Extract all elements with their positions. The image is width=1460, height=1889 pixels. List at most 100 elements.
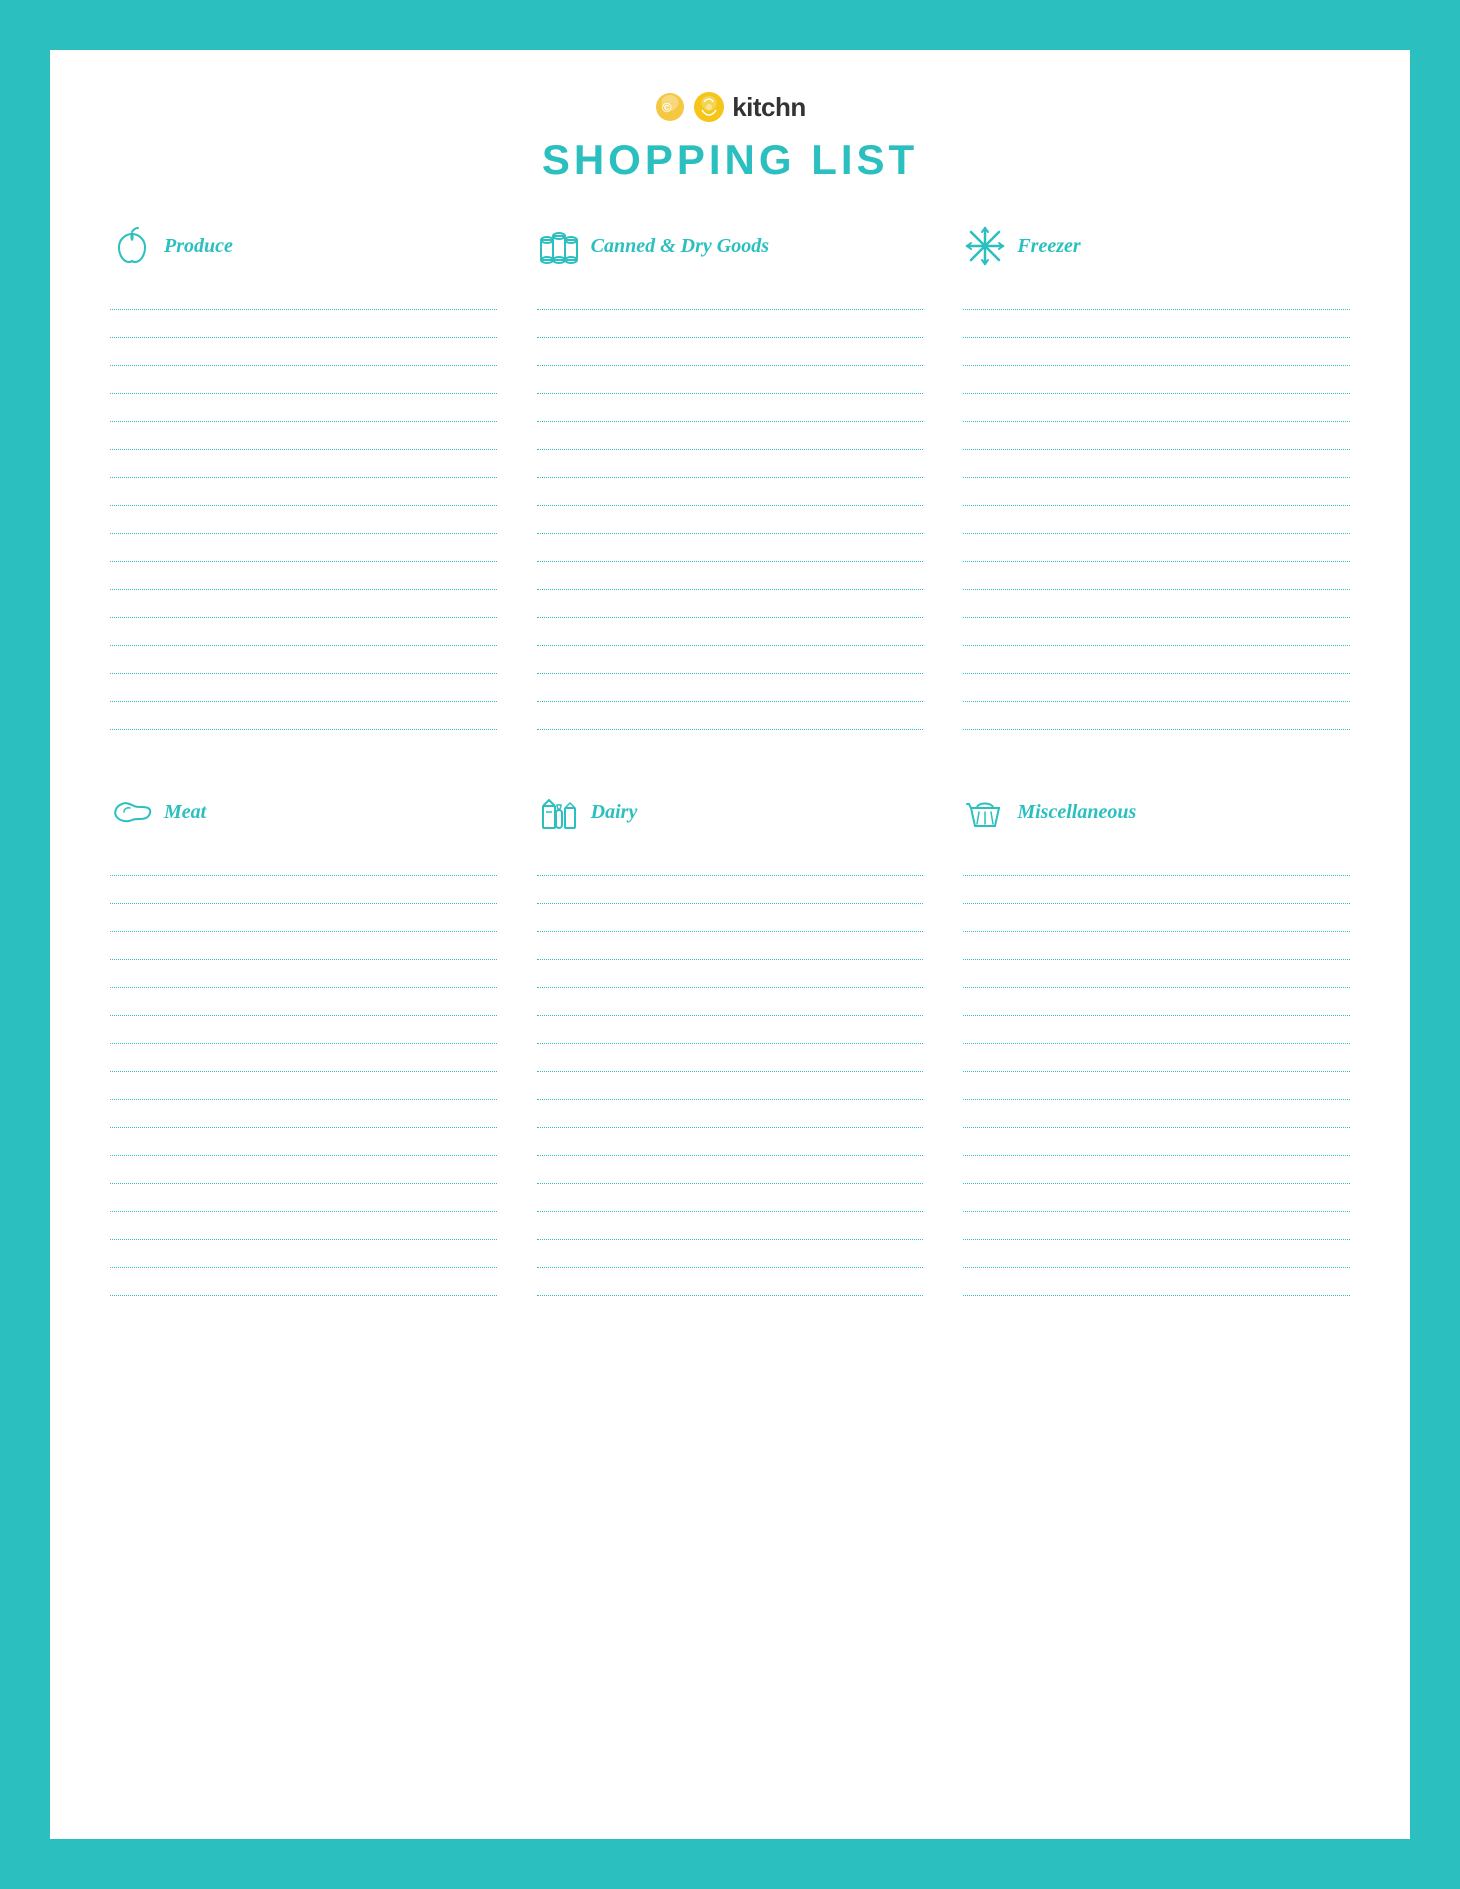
line[interactable] <box>963 534 1350 562</box>
line[interactable] <box>963 702 1350 730</box>
line[interactable] <box>963 590 1350 618</box>
line[interactable] <box>537 1184 924 1212</box>
line[interactable] <box>963 876 1350 904</box>
line[interactable] <box>963 310 1350 338</box>
line[interactable] <box>537 394 924 422</box>
line[interactable] <box>110 562 497 590</box>
logo-text: kitchn <box>732 92 806 123</box>
line[interactable] <box>963 366 1350 394</box>
snowflake-icon <box>963 224 1007 268</box>
line[interactable] <box>537 338 924 366</box>
line[interactable] <box>110 1212 497 1240</box>
line[interactable] <box>537 960 924 988</box>
line[interactable] <box>963 562 1350 590</box>
section-produce: Produce <box>110 224 497 730</box>
line[interactable] <box>537 1016 924 1044</box>
line[interactable] <box>963 848 1350 876</box>
line[interactable] <box>537 618 924 646</box>
line[interactable] <box>963 422 1350 450</box>
line[interactable] <box>110 1240 497 1268</box>
line[interactable] <box>963 1044 1350 1072</box>
line[interactable] <box>110 338 497 366</box>
line[interactable] <box>537 646 924 674</box>
line[interactable] <box>537 1128 924 1156</box>
line[interactable] <box>110 1184 497 1212</box>
line[interactable] <box>110 282 497 310</box>
line[interactable] <box>963 1240 1350 1268</box>
line[interactable] <box>963 1100 1350 1128</box>
line[interactable] <box>963 338 1350 366</box>
line[interactable] <box>537 562 924 590</box>
line[interactable] <box>110 702 497 730</box>
line[interactable] <box>963 960 1350 988</box>
line[interactable] <box>537 422 924 450</box>
line[interactable] <box>537 366 924 394</box>
line[interactable] <box>110 960 497 988</box>
line[interactable] <box>110 932 497 960</box>
line[interactable] <box>110 1156 497 1184</box>
line[interactable] <box>537 1212 924 1240</box>
line[interactable] <box>110 646 497 674</box>
line[interactable] <box>110 1044 497 1072</box>
line[interactable] <box>110 422 497 450</box>
line[interactable] <box>537 674 924 702</box>
line[interactable] <box>537 1268 924 1296</box>
line[interactable] <box>110 848 497 876</box>
line[interactable] <box>110 876 497 904</box>
line[interactable] <box>110 450 497 478</box>
line[interactable] <box>110 904 497 932</box>
line[interactable] <box>110 988 497 1016</box>
line[interactable] <box>537 1156 924 1184</box>
line[interactable] <box>110 1100 497 1128</box>
line[interactable] <box>963 674 1350 702</box>
line[interactable] <box>963 1268 1350 1296</box>
line[interactable] <box>110 1128 497 1156</box>
line[interactable] <box>963 506 1350 534</box>
line[interactable] <box>537 876 924 904</box>
line[interactable] <box>537 988 924 1016</box>
line[interactable] <box>110 310 497 338</box>
line[interactable] <box>963 1156 1350 1184</box>
line[interactable] <box>963 904 1350 932</box>
page-title: SHOPPING LIST <box>110 136 1350 184</box>
line[interactable] <box>537 848 924 876</box>
line[interactable] <box>963 988 1350 1016</box>
line[interactable] <box>110 1016 497 1044</box>
line[interactable] <box>537 534 924 562</box>
line[interactable] <box>963 1212 1350 1240</box>
line[interactable] <box>963 932 1350 960</box>
line[interactable] <box>963 646 1350 674</box>
line[interactable] <box>963 282 1350 310</box>
line[interactable] <box>110 1072 497 1100</box>
line[interactable] <box>537 932 924 960</box>
line[interactable] <box>963 1128 1350 1156</box>
line[interactable] <box>963 394 1350 422</box>
line[interactable] <box>537 1072 924 1100</box>
line[interactable] <box>537 310 924 338</box>
line[interactable] <box>963 1016 1350 1044</box>
line[interactable] <box>537 282 924 310</box>
line[interactable] <box>110 478 497 506</box>
line[interactable] <box>110 506 497 534</box>
line[interactable] <box>110 394 497 422</box>
line[interactable] <box>537 702 924 730</box>
line[interactable] <box>963 450 1350 478</box>
line[interactable] <box>963 478 1350 506</box>
line[interactable] <box>537 1100 924 1128</box>
line[interactable] <box>110 618 497 646</box>
line[interactable] <box>537 1044 924 1072</box>
line[interactable] <box>537 450 924 478</box>
line[interactable] <box>963 1072 1350 1100</box>
line[interactable] <box>110 1268 497 1296</box>
line[interactable] <box>537 1240 924 1268</box>
line[interactable] <box>537 590 924 618</box>
line[interactable] <box>110 534 497 562</box>
line[interactable] <box>537 904 924 932</box>
line[interactable] <box>963 618 1350 646</box>
line[interactable] <box>537 506 924 534</box>
line[interactable] <box>963 1184 1350 1212</box>
line[interactable] <box>537 478 924 506</box>
line[interactable] <box>110 590 497 618</box>
line[interactable] <box>110 674 497 702</box>
line[interactable] <box>110 366 497 394</box>
